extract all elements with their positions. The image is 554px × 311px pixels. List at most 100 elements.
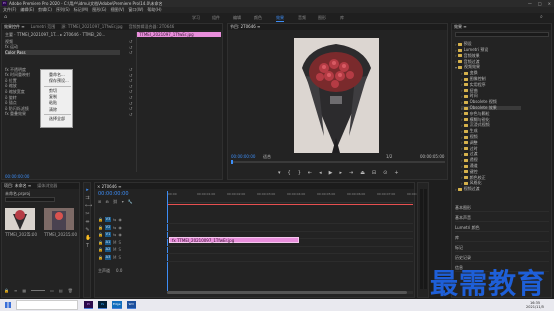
expand-arrow-icon[interactable]: › <box>461 152 463 157</box>
step-back-icon[interactable]: ◂ <box>319 170 322 176</box>
effect-row[interactable]: fx 重叠效果 <box>5 111 26 117</box>
home-icon[interactable]: ⌂ <box>4 14 7 20</box>
effects-tab[interactable]: 效果 ≡ <box>454 24 467 30</box>
expand-arrow-icon[interactable]: › <box>461 117 463 122</box>
reset-icon[interactable]: ↺ <box>129 50 132 55</box>
add-marker-icon[interactable]: ▾ <box>122 199 124 204</box>
resolution-dropdown[interactable]: 1/2 <box>386 154 392 159</box>
ripple-edit-tool-icon[interactable]: ⟷ <box>85 204 92 209</box>
expand-arrow-icon[interactable]: › <box>461 71 463 76</box>
expand-arrow-icon[interactable]: › <box>461 135 463 140</box>
in-out-bar[interactable] <box>167 204 413 205</box>
playhead-marker[interactable] <box>231 160 233 164</box>
track-name[interactable]: A3 <box>104 254 111 260</box>
expand-arrow-icon[interactable]: › <box>461 106 463 111</box>
reset-icon[interactable]: ↺ <box>129 95 132 100</box>
taskbar-clock[interactable]: 16:35 2021/11/5 <box>526 301 544 309</box>
track-name[interactable]: A2 <box>104 247 111 252</box>
taskbar-app-1[interactable]: Ps <box>98 301 107 309</box>
settings-icon[interactable]: 🔧 <box>128 199 133 204</box>
panel-list-item[interactable]: 库 <box>455 235 549 242</box>
expand-arrow-icon[interactable]: › <box>461 140 463 145</box>
reset-icon[interactable]: ↺ <box>129 67 132 72</box>
lock-icon[interactable]: 🔒 <box>98 247 103 252</box>
workspace-tab-1[interactable]: 组件 <box>212 15 220 21</box>
taskbar-app-2[interactable]: Edge <box>112 301 122 309</box>
selection-tool-icon[interactable]: ▸ <box>85 188 90 193</box>
context-menu-item[interactable]: 保存预设... <box>49 78 69 84</box>
windows-start-icon[interactable] <box>5 302 11 308</box>
mute-icon[interactable]: M <box>113 247 116 252</box>
eye-icon[interactable]: ◉ <box>118 217 122 222</box>
reset-icon[interactable]: ↺ <box>129 112 132 117</box>
lock-icon[interactable]: 🔒 <box>98 240 103 245</box>
workspace-tab-2[interactable]: 编辑 <box>233 15 241 21</box>
extract-icon[interactable]: ⊟ <box>372 170 376 176</box>
reset-icon[interactable]: ↺ <box>129 73 132 78</box>
context-menu-item[interactable]: 复制 <box>49 94 57 100</box>
go-to-out-icon[interactable]: ⇥ <box>349 170 353 176</box>
lift-icon[interactable]: ⏏ <box>360 170 365 176</box>
new-item-icon[interactable]: ▤ <box>59 288 63 293</box>
effects-tree-item[interactable]: › 图像控制 <box>461 76 486 82</box>
pen-tool-icon[interactable]: ✎ <box>85 228 90 233</box>
context-menu-item[interactable]: 选择全部 <box>49 116 65 122</box>
effects-tree-item[interactable]: › 风格化 <box>461 180 482 186</box>
effect-controls-timecode[interactable]: 00:00:00:00 <box>5 174 29 179</box>
expand-arrow-icon[interactable]: › <box>461 88 463 93</box>
context-menu-item[interactable]: 剪切 <box>49 88 57 94</box>
workspace-tab-5[interactable]: 音频 <box>298 15 306 21</box>
minimize-button[interactable]: — <box>528 1 532 6</box>
expand-arrow-icon[interactable]: › <box>455 187 457 192</box>
effect-row[interactable]: Color Pass <box>5 50 120 56</box>
linked-select-icon[interactable]: ⛓ <box>113 199 118 204</box>
expand-arrow-icon[interactable]: › <box>461 100 463 105</box>
close-button[interactable]: × <box>548 1 551 6</box>
mark-out-icon[interactable]: } <box>298 170 301 176</box>
taskbar-search-input[interactable] <box>16 300 78 310</box>
expand-arrow-icon[interactable]: › <box>455 48 457 53</box>
mini-clip-bar[interactable]: TTMEI_2021097_1TfwEr.jpg <box>137 32 221 37</box>
workspace-tab-3[interactable]: 颜色 <box>254 15 262 21</box>
reset-icon[interactable]: ↺ <box>129 78 132 83</box>
taskbar-app-0[interactable]: Pr <box>84 301 93 309</box>
effects-tree-item[interactable]: ▾ 视频效果 <box>455 64 480 70</box>
sync-lock-icon[interactable]: ⇆ <box>113 232 116 237</box>
track-name[interactable]: A1 <box>104 239 111 245</box>
effect-row[interactable]: fx 运动 <box>5 44 18 50</box>
program-monitor-tab[interactable]: 节目: 2T0646 ≡ <box>230 24 260 30</box>
mark-in-icon[interactable]: { <box>288 170 291 176</box>
track-name[interactable]: V2 <box>104 224 111 230</box>
lock-icon[interactable]: 🔒 <box>98 217 103 222</box>
workspace-tab-7[interactable]: 库 <box>340 15 344 21</box>
effects-tree-item[interactable]: › 实用程序 <box>461 82 486 88</box>
timeline-clip[interactable]: fx TTMEI_20210097_1TfwEr.jpg <box>169 237 299 243</box>
effects-tree-item[interactable]: › 键控 <box>461 169 478 175</box>
effects-tree-item[interactable]: › 音频效果 <box>455 53 480 59</box>
expand-arrow-icon[interactable]: › <box>461 82 463 87</box>
track-name[interactable]: V3 <box>104 217 111 222</box>
panel-list-item[interactable]: 基本图形 <box>455 205 549 212</box>
play-icon[interactable]: ▶ <box>329 170 333 176</box>
expand-arrow-icon[interactable]: › <box>461 129 463 134</box>
timeline-scrollbar[interactable] <box>167 291 413 294</box>
panel-list-item[interactable]: Lumetri 颜色 <box>455 225 549 232</box>
effects-tree-item[interactable]: › 预设 <box>455 41 472 47</box>
expand-arrow-icon[interactable]: ▾ <box>455 65 457 70</box>
nest-icon[interactable]: ⊞ <box>98 199 101 204</box>
expand-arrow-icon[interactable]: › <box>455 42 457 47</box>
reset-icon[interactable]: ↺ <box>129 106 132 111</box>
program-timecode-left[interactable]: 00:00:00:00 <box>231 154 255 159</box>
effects-tree-item[interactable]: › 变换 <box>461 70 478 76</box>
eye-icon[interactable]: ◉ <box>118 232 122 237</box>
sync-lock-icon[interactable]: ⇆ <box>113 217 116 222</box>
type-tool-icon[interactable]: T <box>85 244 90 249</box>
search-icon[interactable]: ⌕ <box>540 14 543 20</box>
effects-search-input[interactable] <box>455 32 549 37</box>
expand-arrow-icon[interactable]: › <box>461 169 463 174</box>
eye-icon[interactable]: ◉ <box>118 225 122 230</box>
sync-lock-icon[interactable]: ⇆ <box>113 225 116 230</box>
snap-icon[interactable]: ⋒ <box>105 199 108 204</box>
panel-list-item[interactable]: 标记 <box>455 245 549 252</box>
project-search-input[interactable] <box>5 197 55 202</box>
